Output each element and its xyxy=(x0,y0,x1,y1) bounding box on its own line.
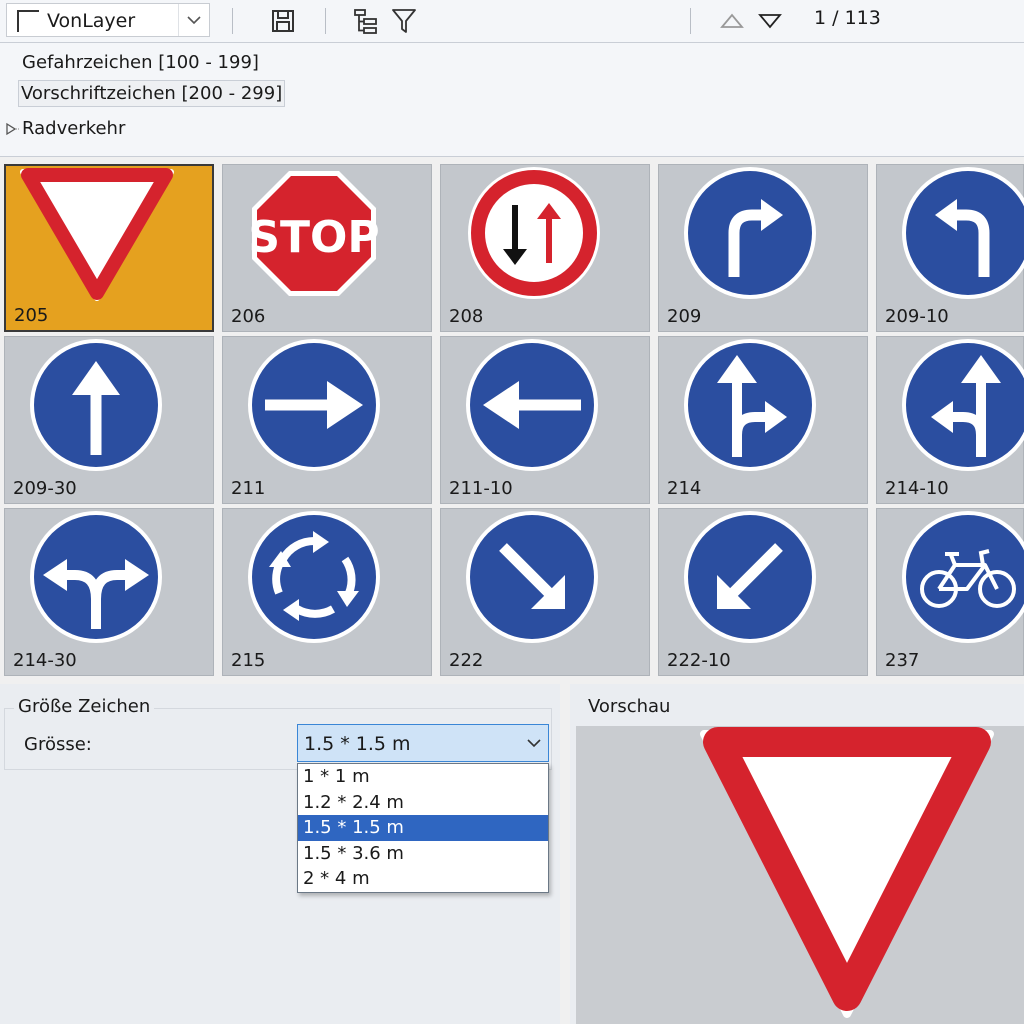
size-option[interactable]: 1 * 1 m xyxy=(298,764,548,790)
layer-combobox-value: VonLayer xyxy=(47,10,136,32)
sign-code-label: 222 xyxy=(449,650,484,671)
size-option-selected[interactable]: 1.5 * 1.5 m xyxy=(298,815,548,841)
sign-code-label: 214-10 xyxy=(885,478,949,499)
tree-item-radverkehr[interactable]: Radverkehr xyxy=(22,118,125,139)
arrow-up-icon[interactable] xyxy=(716,5,748,37)
size-dropdown-list: 1 * 1 m 1.2 * 2.4 m 1.5 * 1.5 m 1.5 * 3.… xyxy=(297,763,549,893)
tree-item-vorschriftzeichen[interactable]: Vorschriftzeichen [200 - 299] xyxy=(18,80,286,107)
sign-tile-209-30[interactable]: 209-30 xyxy=(4,336,214,504)
sign-tile-222[interactable]: 222 xyxy=(440,508,650,676)
save-icon[interactable] xyxy=(267,5,299,37)
sign-tile-214[interactable]: 214 xyxy=(658,336,868,504)
size-panel: Größe Zeichen Grösse: 1.5 * 1.5 m 1 * 1 … xyxy=(0,684,560,1024)
filter-icon[interactable] xyxy=(388,5,420,37)
arrow-down-icon[interactable] xyxy=(754,5,786,37)
sign-code-label: 222-10 xyxy=(667,650,731,671)
sign-code-label: 214-30 xyxy=(13,650,77,671)
sign-code-label: 215 xyxy=(231,650,266,671)
sign-tile-211-10[interactable]: 211-10 xyxy=(440,336,650,504)
sign-code-label: 237 xyxy=(885,650,920,671)
size-group-title: Größe Zeichen xyxy=(14,696,155,717)
preview-panel: Vorschau xyxy=(570,684,1024,1024)
toolbar-separator xyxy=(325,8,326,34)
size-option[interactable]: 2 * 4 m xyxy=(298,866,548,892)
preview-area xyxy=(576,726,1024,1024)
sign-tile-208[interactable]: 208 xyxy=(440,164,650,332)
sign-tile-215[interactable]: 215 xyxy=(222,508,432,676)
sign-code-label: 205 xyxy=(14,305,49,326)
chevron-down-icon[interactable] xyxy=(178,4,209,36)
sign-code-label: 209-10 xyxy=(885,306,949,327)
layer-linetype-icon xyxy=(17,10,39,32)
size-combobox-value: 1.5 * 1.5 m xyxy=(304,733,411,755)
layer-combobox[interactable]: VonLayer xyxy=(6,3,210,37)
size-option[interactable]: 1.5 * 3.6 m xyxy=(298,841,548,867)
chevron-down-icon[interactable] xyxy=(526,735,542,751)
sign-tile-211[interactable]: 211 xyxy=(222,336,432,504)
size-option[interactable]: 1.2 * 2.4 m xyxy=(298,790,548,816)
expand-triangle-icon[interactable] xyxy=(4,121,20,137)
toolbar: VonLayer 1 / 113 xyxy=(0,0,1024,43)
tree-structure-icon[interactable] xyxy=(350,5,382,37)
preview-title: Vorschau xyxy=(584,696,675,717)
sign-tile-209[interactable]: 209 xyxy=(658,164,868,332)
sign-tile-209-10[interactable]: 209-10 xyxy=(876,164,1024,332)
sign-code-label: 209 xyxy=(667,306,702,327)
sign-tile-237[interactable]: 237 xyxy=(876,508,1024,676)
sign-tile-214-10[interactable]: 214-10 xyxy=(876,336,1024,504)
category-tree: Gefahrzeichen [100 - 199] Vorschriftzeic… xyxy=(0,43,1024,157)
sign-code-label: 206 xyxy=(231,306,266,327)
sign-tile-222-10[interactable]: 222-10 xyxy=(658,508,868,676)
sign-tile-206[interactable]: STOP 206 xyxy=(222,164,432,332)
page-indicator: 1 / 113 xyxy=(814,7,881,29)
sign-code-label: 211 xyxy=(231,478,266,499)
size-label: Grösse: xyxy=(24,734,92,755)
sign-tile-214-30[interactable]: 214-30 xyxy=(4,508,214,676)
sign-code-label: 209-30 xyxy=(13,478,77,499)
toolbar-separator xyxy=(690,8,691,34)
toolbar-separator xyxy=(232,8,233,34)
sign-code-label: 211-10 xyxy=(449,478,513,499)
sign-code-label: 208 xyxy=(449,306,484,327)
yield-sign-preview-icon xyxy=(700,727,994,1018)
tree-item-gefahrzeichen[interactable]: Gefahrzeichen [100 - 199] xyxy=(22,52,259,73)
sign-code-label: 214 xyxy=(667,478,702,499)
size-combobox[interactable]: 1.5 * 1.5 m xyxy=(297,724,549,762)
sign-tile-205[interactable]: 205 xyxy=(4,164,214,332)
stop-sign-text: STOP xyxy=(248,212,379,263)
sign-grid: 205 STOP 206 208 209 209-10 209-30 211 2… xyxy=(0,160,1024,682)
